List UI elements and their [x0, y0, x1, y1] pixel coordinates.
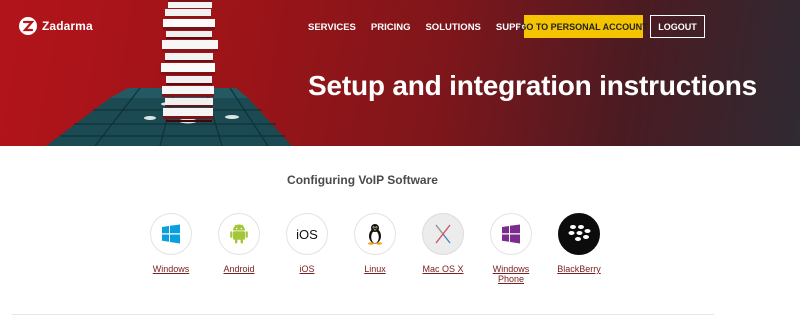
platform-label-linux[interactable]: Linux — [364, 264, 386, 274]
nav-solutions[interactable]: SOLUTIONS — [425, 22, 480, 33]
platform-label-windows[interactable]: Windows — [153, 264, 190, 274]
linux-icon[interactable] — [354, 213, 396, 255]
zadarma-logo-icon — [19, 17, 37, 35]
logo-text: Zadarma — [42, 19, 93, 33]
windows-phone-icon[interactable] — [490, 213, 532, 255]
platform-label-windows-phone[interactable]: Windows Phone — [490, 264, 532, 284]
platform-label-blackberry[interactable]: BlackBerry — [557, 264, 601, 274]
zadarma-logo[interactable]: Zadarma — [19, 17, 93, 35]
ios-icon[interactable]: iOS — [286, 213, 328, 255]
platform-linux[interactable]: Linux — [341, 213, 409, 284]
windows-icon[interactable] — [150, 213, 192, 255]
blackberry-icon[interactable] — [558, 213, 600, 255]
logout-button[interactable]: LOGOUT — [650, 15, 705, 38]
platform-blackberry[interactable]: BlackBerry — [545, 213, 613, 284]
nav-services[interactable]: SERVICES — [308, 22, 356, 33]
platform-mac-os-x[interactable]: Mac OS X — [409, 213, 477, 284]
platform-windows[interactable]: Windows — [137, 213, 205, 284]
platform-label-android[interactable]: Android — [223, 264, 254, 274]
platform-label-ios[interactable]: iOS — [299, 264, 314, 274]
platform-ios[interactable]: iOS iOS — [273, 213, 341, 284]
personal-account-button[interactable]: GO TO PERSONAL ACCOUNT — [519, 15, 648, 38]
platform-windows-phone[interactable]: Windows Phone — [477, 213, 545, 284]
platform-label-mac-os-x[interactable]: Mac OS X — [422, 264, 463, 274]
page-title: Setup and integration instructions — [308, 70, 757, 101]
platform-android[interactable]: Android — [205, 213, 273, 284]
hero-banner: Zadarma SERVICES PRICING SOLUTIONS SUPPO… — [0, 0, 800, 146]
platform-list: Windows Android iOS iOS Linux Mac OS X W… — [137, 213, 613, 284]
android-icon[interactable] — [218, 213, 260, 255]
nav-pricing[interactable]: PRICING — [371, 22, 411, 33]
ios-icon-text: iOS — [296, 226, 318, 242]
section-divider — [12, 314, 714, 315]
main-nav: SERVICES PRICING SOLUTIONS SUPPORT — [308, 22, 542, 33]
section-title: Configuring VoIP Software — [287, 173, 438, 187]
mac-os-x-icon[interactable] — [422, 213, 464, 255]
